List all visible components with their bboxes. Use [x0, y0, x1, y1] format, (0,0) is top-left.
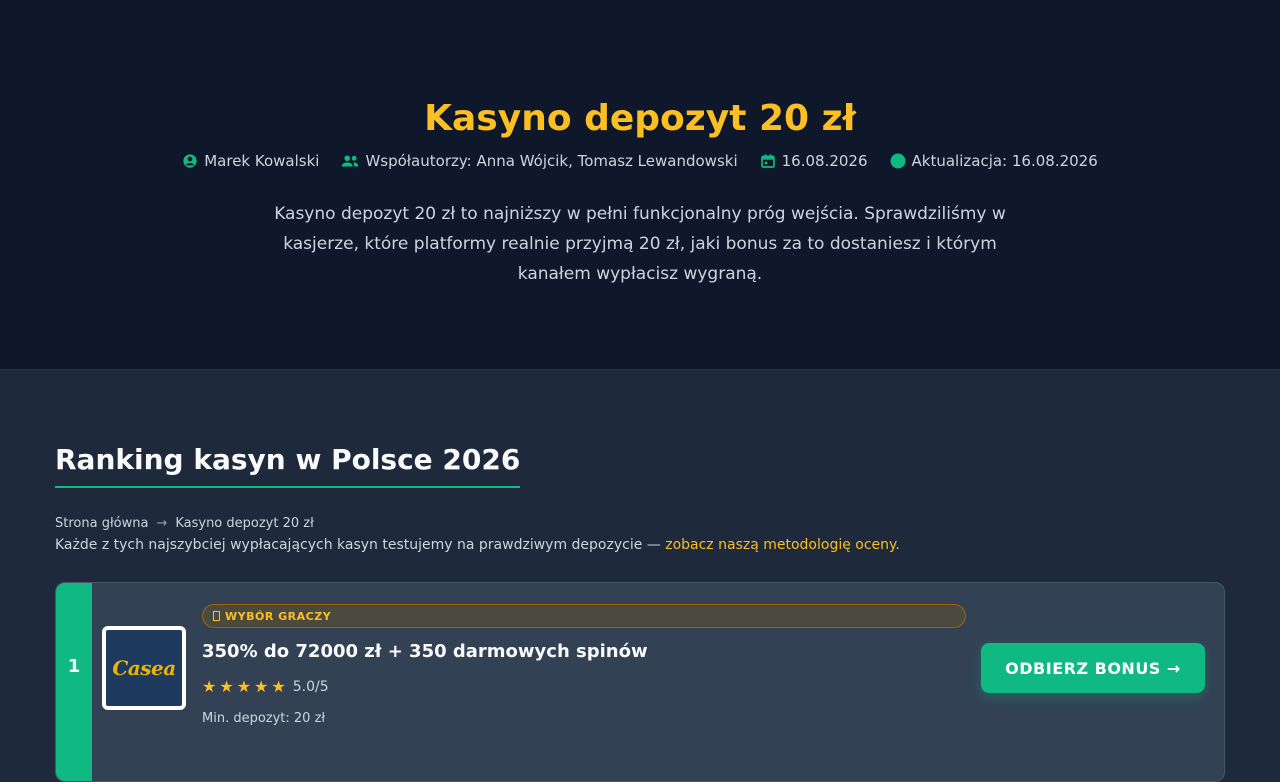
hero-section: Kasyno depozyt 20 zł Marek Kowalski Wspó…: [0, 0, 1280, 370]
publish-date: 16.08.2026: [781, 152, 868, 170]
badge-label: WYBÓR GRACZY: [225, 609, 332, 623]
breadcrumb: Strona główna → Kasyno depozyt 20 zł: [55, 516, 314, 531]
updated-date: Aktualizacja: 16.08.2026: [911, 152, 1098, 170]
page-title: Kasyno depozyt 20 zł: [424, 98, 856, 139]
breadcrumb-arrow-icon: →: [156, 516, 168, 531]
updated-meta: Aktualizacja: 16.08.2026: [890, 152, 1098, 170]
article-meta: Marek Kowalski Współautorzy: Anna Wójcik…: [0, 152, 1280, 170]
author-meta: Marek Kowalski: [182, 152, 319, 170]
claim-bonus-button[interactable]: ODBIERZ BONUS →: [981, 643, 1205, 693]
casino-card: 1 Casea WYBÓR GRACZY 350% do 72000 zł + …: [55, 582, 1225, 782]
star-rating-icon: ★★★★★: [202, 677, 289, 696]
rank-number: 1: [56, 583, 92, 781]
ranking-title: Ranking kasyn w Polsce 2026: [55, 443, 521, 488]
user-circle-icon: [183, 154, 197, 168]
status-dot-icon: [890, 153, 906, 169]
breadcrumb-current: Kasyno depozyt 20 zł: [175, 516, 314, 531]
date-meta: 16.08.2026: [760, 152, 868, 170]
users-group-icon: [342, 155, 359, 167]
calendar-icon: [760, 154, 775, 168]
intro-text: Kasyno depozyt 20 zł to najniższy w pełn…: [274, 204, 1006, 284]
players-choice-badge: WYBÓR GRACZY: [202, 604, 966, 628]
rating: ★★★★★ 5.0/5: [202, 677, 329, 696]
author-name[interactable]: Marek Kowalski: [204, 152, 319, 170]
notice-text: Każde z tych najszybciej wypłacających k…: [55, 537, 661, 553]
casino-logo[interactable]: Casea: [102, 626, 186, 710]
rating-score: 5.0/5: [292, 678, 329, 695]
methodology-notice: Każde z tych najszybciej wypłacających k…: [55, 537, 900, 553]
min-deposit: Min. depozyt: 20 zł: [202, 711, 326, 726]
breadcrumb-home[interactable]: Strona główna: [55, 516, 148, 531]
casino-logo-text: Casea: [112, 656, 176, 680]
bonus-offer: 350% do 72000 zł + 350 darmowych spinów: [202, 641, 648, 662]
badge-icon: [213, 611, 220, 621]
coauthors-meta: Współautorzy: Anna Wójcik, Tomasz Lewand…: [341, 152, 738, 170]
methodology-link[interactable]: zobacz naszą metodologię oceny.: [665, 537, 900, 553]
coauthors-text: Współautorzy: Anna Wójcik, Tomasz Lewand…: [365, 152, 738, 170]
